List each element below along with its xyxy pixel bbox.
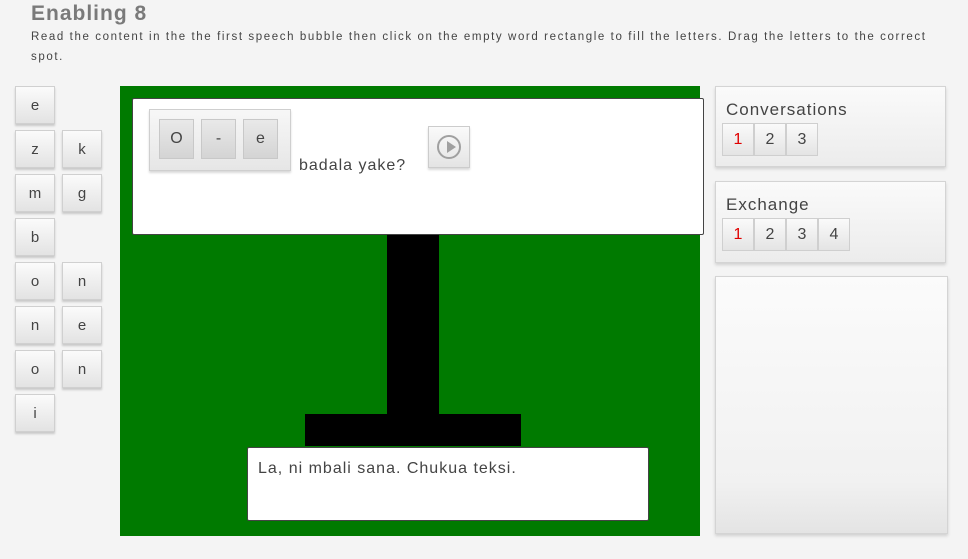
word-slot[interactable]: e bbox=[243, 119, 278, 159]
signpost-pole bbox=[387, 235, 439, 420]
conversation-button-1[interactable]: 1 bbox=[722, 123, 754, 156]
exchange-button-3[interactable]: 3 bbox=[786, 218, 818, 251]
empty-panel bbox=[715, 276, 948, 534]
exchange-button-1[interactable]: 1 bbox=[722, 218, 754, 251]
letter-tile[interactable]: o bbox=[15, 262, 55, 300]
exchange-button-2[interactable]: 2 bbox=[754, 218, 786, 251]
play-audio-button[interactable] bbox=[428, 126, 470, 168]
conversation-button-3[interactable]: 3 bbox=[786, 123, 818, 156]
letter-tile[interactable]: b bbox=[15, 218, 55, 256]
letter-tile[interactable]: e bbox=[15, 86, 55, 124]
exchange-panel: Exchange 1 2 3 4 bbox=[715, 181, 946, 263]
play-circle-icon bbox=[437, 135, 461, 159]
page-title: Enabling 8 bbox=[31, 2, 148, 25]
exchange-label: Exchange bbox=[726, 195, 810, 214]
letter-tile[interactable]: n bbox=[62, 350, 102, 388]
letter-tile[interactable]: g bbox=[62, 174, 102, 212]
speech-bubble-top: O - e badala yake? bbox=[132, 98, 704, 235]
letter-tile[interactable]: n bbox=[62, 262, 102, 300]
conversations-panel: Conversations 1 2 3 bbox=[715, 86, 946, 167]
letter-tile[interactable]: o bbox=[15, 350, 55, 388]
letter-tile[interactable]: z bbox=[15, 130, 55, 168]
conversation-button-2[interactable]: 2 bbox=[754, 123, 786, 156]
letter-tile[interactable]: i bbox=[15, 394, 55, 432]
speech-bubble-text: La, ni mbali sana. Chukua teksi. bbox=[258, 460, 517, 477]
letter-tile[interactable]: n bbox=[15, 306, 55, 344]
word-slot[interactable]: - bbox=[201, 119, 236, 159]
speech-bubble-text: badala yake? bbox=[299, 157, 407, 174]
word-slot[interactable]: O bbox=[159, 119, 194, 159]
letter-tile[interactable]: e bbox=[62, 306, 102, 344]
signpost-base bbox=[305, 414, 521, 446]
letter-tile[interactable]: m bbox=[15, 174, 55, 212]
dialogue-stage: O - e badala yake? La, ni mbali sana. Ch… bbox=[120, 86, 704, 536]
letter-tile[interactable]: k bbox=[62, 130, 102, 168]
speech-bubble-bottom: La, ni mbali sana. Chukua teksi. bbox=[247, 447, 649, 521]
word-rectangle[interactable]: O - e bbox=[149, 109, 291, 171]
conversations-label: Conversations bbox=[726, 100, 848, 119]
exchange-button-4[interactable]: 4 bbox=[818, 218, 850, 251]
instructions-text: Read the content in the the first speech… bbox=[31, 31, 927, 63]
